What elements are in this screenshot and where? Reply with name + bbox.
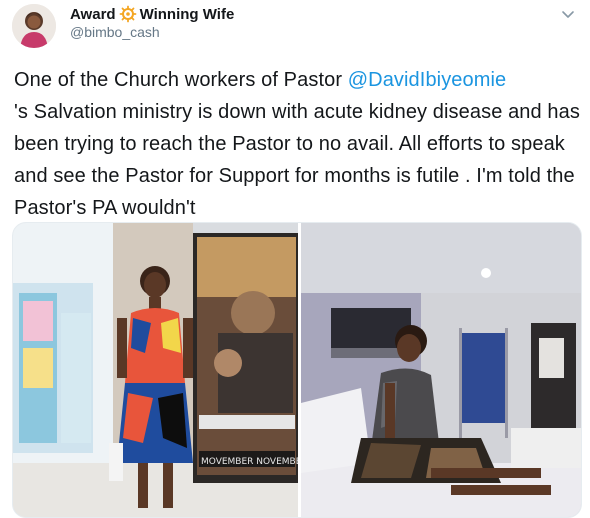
display-name-suffix: Winning Wife (139, 5, 235, 23)
ship-wheel-emoji-icon (119, 5, 137, 23)
tweet-card: Award Winning Wife @bimbo_cash One of th… (0, 0, 590, 518)
woman-hospital-bed-photo[interactable] (301, 223, 581, 517)
woman-standing-photo[interactable]: MOVEMBER NOVEMBER (13, 223, 298, 517)
tweet-text-rest: 's Salvation ministry is down with acute… (14, 101, 580, 219)
display-name[interactable]: Award Winning Wife (70, 4, 234, 24)
display-name-prefix: Award (70, 5, 116, 23)
chevron-down-icon[interactable] (560, 6, 576, 22)
poster-bottom-text: MOVEMBER NOVEMBER (201, 457, 298, 467)
tweet-media[interactable]: MOVEMBER NOVEMBER (12, 222, 582, 518)
tweet-text-start: One of the Church workers of Pastor (14, 69, 348, 91)
tweet-text: One of the Church workers of Pastor @Dav… (14, 64, 582, 224)
mention-link[interactable]: @DavidIbiyeomie (348, 69, 507, 91)
user-handle[interactable]: @bimbo_cash (70, 24, 160, 40)
avatar[interactable] (12, 4, 56, 48)
